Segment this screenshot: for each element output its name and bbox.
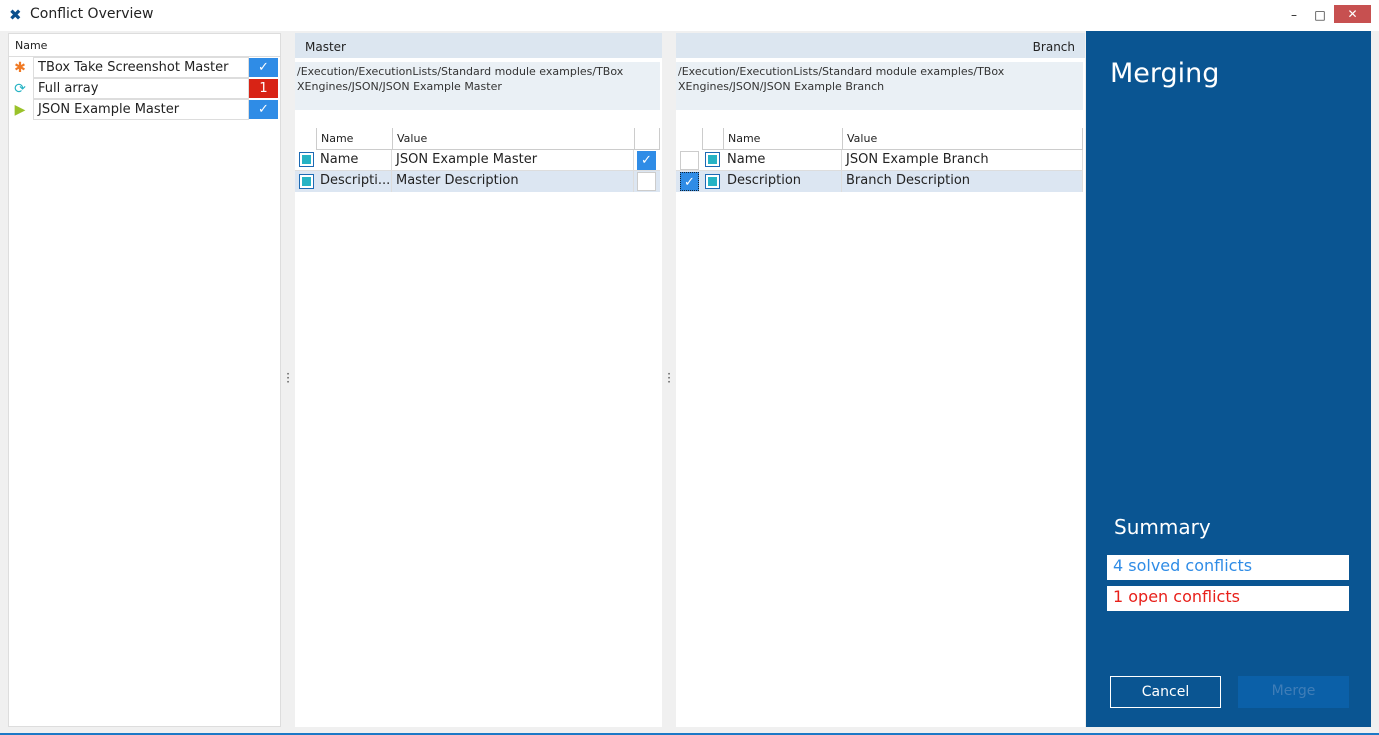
close-button[interactable]: ✕ (1334, 5, 1371, 23)
play-icon: ▶ (14, 102, 26, 118)
column-header-name[interactable]: Name (316, 128, 392, 150)
row-name: Descripti... (316, 171, 392, 192)
cancel-button[interactable]: Cancel (1110, 676, 1221, 708)
loop-icon: ⟳ (14, 81, 26, 97)
merging-panel: Merging Summary 4 solved conflicts 1 ope… (1086, 31, 1371, 727)
master-panel: Master /Execution/ExecutionLists/Standar… (295, 33, 662, 727)
solved-conflicts-count: 4 solved conflicts (1107, 555, 1349, 580)
status-open-badge: 1 (249, 79, 278, 98)
row-value: JSON Example Branch (842, 150, 1083, 171)
column-header-name[interactable]: Name (723, 128, 842, 150)
select-checkbox-checked[interactable]: ✓ (637, 151, 656, 170)
select-checkbox-checked[interactable]: ✓ (680, 172, 699, 191)
branch-panel: Branch /Execution/ExecutionLists/Standar… (676, 33, 1085, 727)
splitter-handle[interactable]: · · · (666, 368, 672, 388)
window-title: Conflict Overview (30, 6, 154, 22)
row-name: Name (316, 150, 392, 171)
row-value: Master Description (392, 171, 634, 192)
item-name: JSON Example Master (33, 99, 249, 120)
column-header-select[interactable] (634, 128, 660, 150)
table-row[interactable]: Descripti... Master Description (295, 171, 660, 192)
column-header-name[interactable]: Name (9, 34, 280, 57)
master-header: Master (295, 33, 662, 58)
merge-button[interactable]: Merge (1238, 676, 1349, 708)
merging-title: Merging (1110, 58, 1220, 89)
open-conflicts-count: 1 open conflicts (1107, 586, 1349, 611)
status-solved-badge: ✓ (249, 58, 278, 77)
master-path: /Execution/ExecutionLists/Standard modul… (295, 62, 660, 110)
summary-title: Summary (1114, 515, 1211, 539)
table-row[interactable]: Name JSON Example Master ✓ (295, 150, 660, 171)
list-item[interactable]: ✱ TBox Take Screenshot Master ✓ (9, 57, 280, 78)
branch-header: Branch (676, 33, 1085, 58)
list-item[interactable]: ▶ JSON Example Master ✓ (9, 99, 280, 120)
field-icon (705, 174, 720, 189)
table-row[interactable]: Name JSON Example Branch (676, 150, 1083, 171)
item-name: TBox Take Screenshot Master (33, 57, 249, 78)
splitter-handle[interactable]: · · · (285, 368, 291, 388)
row-value: Branch Description (842, 171, 1083, 192)
select-checkbox[interactable] (637, 172, 656, 191)
row-value: JSON Example Master (392, 150, 634, 171)
column-header-icon (702, 128, 723, 150)
row-name: Name (723, 150, 842, 171)
select-checkbox[interactable] (680, 151, 699, 170)
branch-grid: Name Value Name JSON Example Branch ✓ De… (676, 128, 1083, 198)
minimize-button[interactable]: – (1284, 5, 1304, 25)
item-name: Full array (33, 78, 249, 99)
app-logo-icon: ✖ (9, 6, 22, 24)
branch-path: /Execution/ExecutionLists/Standard modul… (676, 62, 1083, 110)
column-header-value[interactable]: Value (842, 128, 1083, 150)
conflict-list: Name ✱ TBox Take Screenshot Master ✓ ⟳ F… (8, 33, 281, 727)
column-header-value[interactable]: Value (392, 128, 634, 150)
row-name: Description (723, 171, 842, 192)
maximize-button[interactable]: □ (1310, 5, 1330, 25)
field-icon (705, 152, 720, 167)
table-row[interactable]: ✓ Description Branch Description (676, 171, 1083, 192)
header-label: Name (15, 39, 48, 52)
module-icon: ✱ (14, 60, 26, 76)
field-icon (299, 174, 314, 189)
list-item[interactable]: ⟳ Full array 1 (9, 78, 280, 99)
master-grid: Name Value Name JSON Example Master ✓ De… (295, 128, 660, 198)
status-solved-badge: ✓ (249, 100, 278, 119)
field-icon (299, 152, 314, 167)
title-bar: ✖ Conflict Overview – □ ✕ (0, 0, 1379, 31)
